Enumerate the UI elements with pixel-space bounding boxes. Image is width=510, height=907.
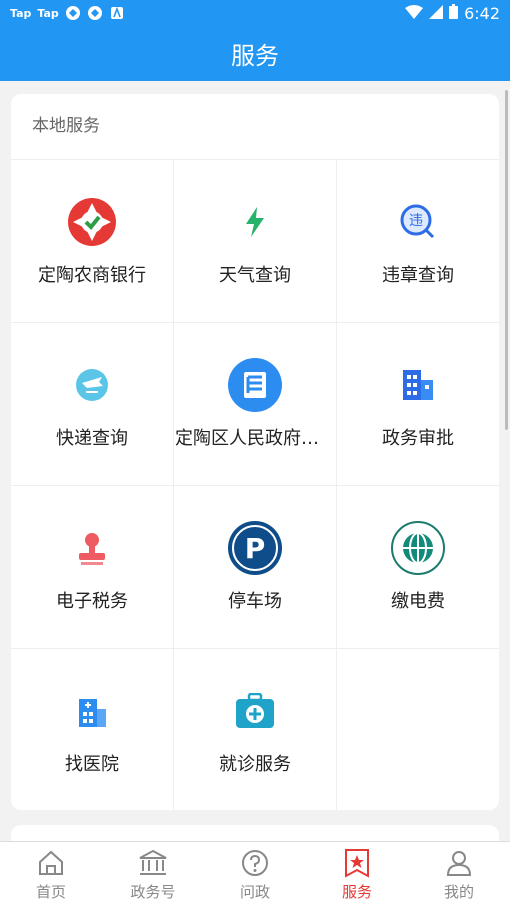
violation-search-icon: 违 [391,195,445,249]
scrollbar[interactable] [505,90,508,430]
service-label: 违章查询 [382,265,454,286]
institution-icon [137,847,169,879]
wifi-icon [405,4,424,23]
tab-label: 服务 [341,883,372,901]
service-rural-bank[interactable]: 定陶农商银行 [11,160,174,323]
notification-app-icon [109,5,125,21]
service-label: 定陶农商银行 [38,265,146,286]
service-medical[interactable]: 就诊服务 [174,649,337,810]
svg-text:违: 违 [409,213,423,229]
status-time: 6:42 [464,3,500,23]
tap-app-indicator: Tap [10,6,32,20]
service-approval[interactable]: 政务审批 [337,323,499,486]
service-e-tax[interactable]: 电子税务 [11,486,174,649]
tab-label: 问政 [239,883,270,901]
tab-label: 政务号 [130,883,176,901]
service-government-site[interactable]: 定陶区人民政府官… [174,323,337,486]
home-icon [35,847,67,879]
service-electric-bill[interactable]: 缴电费 [337,486,499,649]
section-title: 本地服务 [11,94,499,160]
local-services-card: 本地服务 定陶农商银行 天气查询 违 违章查询 快递查询 定陶区人民政府官… 政… [11,94,499,810]
notification-app-icon [87,5,103,21]
services-grid: 定陶农商银行 天气查询 违 违章查询 快递查询 定陶区人民政府官… 政务审批 电… [11,160,499,810]
tab-mine[interactable]: 我的 [408,842,510,907]
service-express[interactable]: 快递查询 [11,323,174,486]
bank-logo-icon [65,195,119,249]
tab-service[interactable]: 服务 [306,842,408,907]
app-bar: 服务 [0,26,510,81]
hospital-icon [65,684,119,738]
tab-home[interactable]: 首页 [0,842,102,907]
lightning-icon [228,195,282,249]
notification-app-icon [65,5,81,21]
service-star-icon [341,847,373,879]
signal-icon [429,4,444,23]
buildings-icon [391,358,445,412]
service-label: 找医院 [65,754,119,775]
government-site-icon [228,358,282,412]
service-label: 缴电费 [391,591,445,612]
service-parking[interactable]: P 停车场 [174,486,337,649]
service-weather[interactable]: 天气查询 [174,160,337,323]
service-find-hospital[interactable]: 找医院 [11,649,174,810]
service-label: 天气查询 [219,265,291,286]
page-title: 服务 [231,42,279,70]
tab-label: 我的 [443,883,474,901]
service-label: 电子税务 [56,591,128,612]
service-label: 停车场 [228,591,282,612]
user-icon [443,847,475,879]
question-icon [239,847,271,879]
state-grid-logo-icon [391,521,445,575]
status-bar: Tap Tap 6:42 [0,0,510,26]
service-label: 定陶区人民政府官… [175,428,335,449]
tab-inquiry[interactable]: 问政 [204,842,306,907]
svg-text:P: P [245,532,266,565]
tab-label: 首页 [35,883,66,901]
stamp-icon [65,521,119,575]
tap-app-indicator: Tap [37,6,59,20]
medical-kit-icon [228,684,282,738]
service-violation[interactable]: 违 违章查询 [337,160,499,323]
battery-icon [449,3,459,23]
parking-icon: P [228,521,282,575]
service-label: 政务审批 [382,428,454,449]
empty-cell [337,649,499,810]
service-label: 就诊服务 [219,754,291,775]
express-delivery-icon [65,358,119,412]
bottom-tab-bar: 首页 政务号 问政 服务 我的 [0,841,510,907]
service-label: 快递查询 [56,428,128,449]
tab-gov-account[interactable]: 政务号 [102,842,204,907]
